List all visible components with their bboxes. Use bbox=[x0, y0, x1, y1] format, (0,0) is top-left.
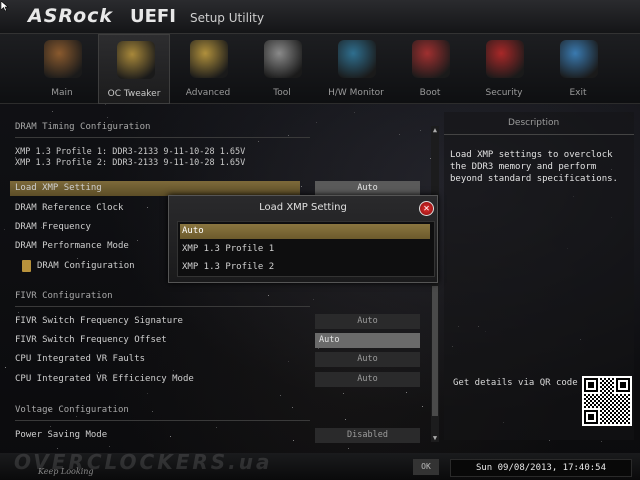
star bbox=[549, 440, 550, 441]
tab-security[interactable]: Security bbox=[468, 34, 540, 104]
setting-label: DRAM Frequency bbox=[15, 222, 91, 232]
setting-value[interactable]: Auto bbox=[315, 372, 420, 387]
option-list: Auto XMP 1.3 Profile 1 XMP 1.3 Profile 2 bbox=[177, 221, 435, 277]
signature: Keep Looking bbox=[38, 467, 94, 476]
brand-logo: ASRock bbox=[28, 5, 114, 27]
setting-label: FIVR Switch Frequency Signature bbox=[15, 316, 183, 326]
setting-label: CPU Integrated VR Faults bbox=[15, 354, 146, 364]
setting-value[interactable]: Auto bbox=[315, 333, 420, 348]
setting-row-fivr-signature[interactable]: FIVR Switch Frequency Signature Auto bbox=[10, 314, 422, 329]
option-auto[interactable]: Auto bbox=[180, 224, 430, 239]
main-icon bbox=[44, 40, 82, 78]
rocket-icon bbox=[117, 41, 155, 79]
setting-value[interactable]: Auto bbox=[315, 314, 420, 329]
setting-label: DRAM Reference Clock bbox=[15, 203, 124, 213]
tab-label: Boot bbox=[419, 88, 441, 98]
setting-row-vr-faults[interactable]: CPU Integrated VR Faults Auto bbox=[10, 352, 422, 367]
setting-row-load-xmp[interactable]: Load XMP Setting Auto bbox=[10, 181, 422, 196]
tab-tool[interactable]: Tool bbox=[246, 34, 318, 104]
setting-value[interactable]: Auto bbox=[315, 181, 420, 196]
setting-label: DRAM Configuration bbox=[37, 261, 135, 271]
divider bbox=[444, 134, 634, 135]
setting-label: CPU Integrated VR Efficiency Mode bbox=[15, 374, 194, 384]
qr-code-icon bbox=[582, 376, 632, 426]
exit-icon bbox=[560, 40, 598, 78]
description-panel: Description Load XMP settings to overclo… bbox=[444, 112, 634, 440]
divider bbox=[15, 137, 310, 138]
uefi-title: UEFI bbox=[130, 6, 176, 27]
tab-label: Exit bbox=[569, 88, 587, 98]
star bbox=[601, 441, 602, 442]
uefi-subtitle: Setup Utility bbox=[190, 11, 265, 25]
tab-label: Tool bbox=[273, 88, 291, 98]
divider bbox=[15, 306, 310, 307]
star bbox=[4, 229, 5, 230]
section-heading-voltage: Voltage Configuration bbox=[15, 405, 129, 415]
section-heading-fivr: FIVR Configuration bbox=[15, 291, 113, 301]
setting-row-power-saving-mode[interactable]: Power Saving Mode Disabled bbox=[10, 428, 422, 443]
boot-icon bbox=[412, 40, 450, 78]
setting-label: Load XMP Setting bbox=[15, 183, 102, 193]
scroll-down-icon[interactable]: ▼ bbox=[431, 434, 439, 442]
folder-icon bbox=[22, 260, 31, 272]
setting-label: Power Saving Mode bbox=[15, 430, 108, 440]
load-xmp-dialog: Load XMP Setting ✕ Auto XMP 1.3 Profile … bbox=[168, 195, 438, 283]
tab-label: OC Tweaker bbox=[107, 89, 161, 99]
shield-icon bbox=[486, 40, 524, 78]
tab-exit[interactable]: Exit bbox=[542, 34, 614, 104]
tab-label: Main bbox=[51, 88, 73, 98]
datetime-display: Sun 09/08/2013, 17:40:54 bbox=[450, 459, 632, 477]
description-title: Description bbox=[508, 118, 560, 128]
mouse-cursor-icon bbox=[1, 1, 9, 11]
tab-label: Advanced bbox=[185, 88, 231, 98]
star bbox=[5, 367, 6, 368]
setting-row-fivr-offset[interactable]: FIVR Switch Frequency Offset Auto bbox=[10, 333, 422, 348]
toolbox-icon bbox=[264, 40, 302, 78]
option-xmp-profile-1[interactable]: XMP 1.3 Profile 1 bbox=[180, 242, 430, 257]
option-xmp-profile-2[interactable]: XMP 1.3 Profile 2 bbox=[180, 260, 430, 275]
ok-button[interactable]: OK bbox=[413, 459, 439, 475]
settings-scrollbar[interactable]: ▲ ▼ bbox=[431, 126, 439, 442]
monitor-gauge-icon bbox=[338, 40, 376, 78]
description-text: Load XMP settings to overclock the DDR3 … bbox=[450, 150, 618, 184]
setting-row-vr-efficiency-mode[interactable]: CPU Integrated VR Efficiency Mode Auto bbox=[10, 372, 422, 387]
tab-hw-monitor[interactable]: H/W Monitor bbox=[320, 34, 392, 104]
scroll-up-icon[interactable]: ▲ bbox=[431, 126, 439, 134]
close-icon[interactable]: ✕ bbox=[419, 201, 434, 216]
setting-label: FIVR Switch Frequency Offset bbox=[15, 335, 167, 345]
tab-label: Security bbox=[485, 88, 523, 98]
setting-value[interactable]: Disabled bbox=[315, 428, 420, 443]
tab-label: H/W Monitor bbox=[328, 88, 384, 98]
main-nav: Main OC Tweaker Advanced Tool H/W Monito… bbox=[0, 34, 640, 104]
star-icon bbox=[190, 40, 228, 78]
setting-value[interactable]: Auto bbox=[315, 352, 420, 367]
tab-main[interactable]: Main bbox=[26, 34, 98, 104]
dialog-title: Load XMP Setting bbox=[259, 202, 347, 213]
setting-label: DRAM Performance Mode bbox=[15, 241, 129, 251]
divider bbox=[15, 420, 310, 421]
tab-oc-tweaker[interactable]: OC Tweaker bbox=[98, 34, 170, 104]
qr-label: Get details via QR code bbox=[453, 378, 578, 388]
tab-boot[interactable]: Boot bbox=[394, 34, 466, 104]
scrollbar-thumb[interactable] bbox=[432, 286, 438, 416]
section-heading-dram: DRAM Timing Configuration bbox=[15, 122, 151, 132]
header-bar: ASRock UEFI Setup Utility bbox=[0, 0, 640, 34]
xmp-profile-1-info: XMP 1.3 Profile 1: DDR3-2133 9-11-10-28 … bbox=[15, 147, 246, 157]
star bbox=[105, 104, 106, 105]
xmp-profile-2-info: XMP 1.3 Profile 2: DDR3-2133 9-11-10-28 … bbox=[15, 158, 246, 168]
tab-advanced[interactable]: Advanced bbox=[172, 34, 244, 104]
